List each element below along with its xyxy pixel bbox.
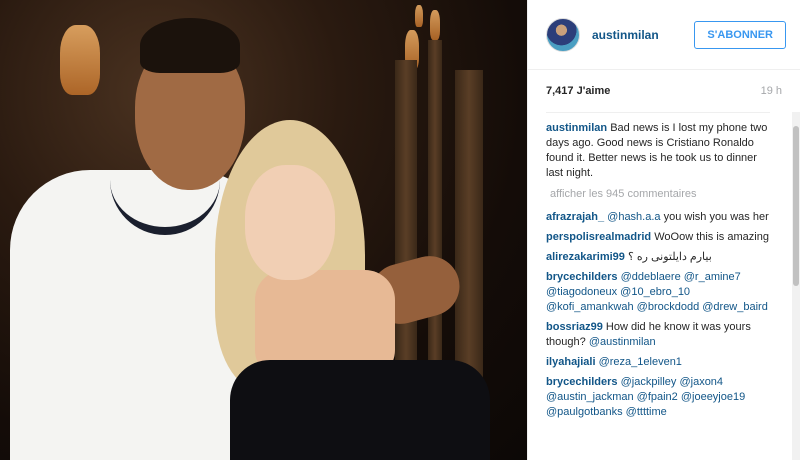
likes-count[interactable]: 7,417 J'aime [546, 85, 610, 97]
load-more-comments[interactable]: afficher les 945 commentaires [550, 187, 770, 202]
comment-username[interactable]: ilyahajiali [546, 356, 596, 368]
lamp [430, 10, 440, 40]
post-caption: austinmilan Bad news is I lost my phone … [546, 112, 770, 181]
comments-scrollbar[interactable] [792, 112, 800, 460]
list-item: perspolisrealmadrid WoOow this is amazin… [546, 230, 770, 245]
woman-dress [230, 360, 490, 460]
caption-username[interactable]: austinmilan [546, 122, 607, 134]
woman-face [245, 165, 335, 280]
post-sidebar: austinmilan S'ABONNER 7,417 J'aime 19 h … [527, 0, 800, 460]
list-item: afrazrajah_ @hash.a.a you wish you was h… [546, 210, 770, 225]
comment-mention[interactable]: @hash.a.a [607, 211, 660, 223]
comment-text: WoOow this is amazing [651, 231, 769, 243]
comment-username[interactable]: brycechilders [546, 376, 618, 388]
comment-text: بیارم دایلتونی ره ؟ [627, 251, 712, 263]
follow-button[interactable]: S'ABONNER [694, 20, 786, 49]
comment-username[interactable]: afrazrajah_ [546, 211, 604, 223]
scrollbar-thumb[interactable] [793, 126, 799, 286]
list-item: alirezakarimi99 بیارم دایلتونی ره ؟ [546, 250, 770, 265]
comment-username[interactable]: brycechilders [546, 271, 618, 283]
lamp [415, 5, 423, 27]
list-item: brycechilders @ddeblaere @r_amine7 @tiag… [546, 270, 770, 315]
post-meta: 7,417 J'aime 19 h [528, 70, 800, 112]
man-hair [140, 18, 240, 73]
post-photo[interactable] [0, 0, 527, 460]
comment-username[interactable]: perspolisrealmadrid [546, 231, 651, 243]
comment-text: you wish you was her [660, 211, 769, 223]
post-time[interactable]: 19 h [761, 85, 782, 97]
list-item: ilyahajiali @reza_1eleven1 [546, 355, 770, 370]
post-username[interactable]: austinmilan [592, 28, 694, 42]
comment-mention[interactable]: @austinmilan [589, 336, 656, 348]
post-header: austinmilan S'ABONNER [528, 0, 800, 70]
lamp [60, 25, 100, 95]
list-item: brycechilders @jackpilley @jaxon4 @austi… [546, 375, 770, 420]
comment-username[interactable]: alirezakarimi99 [546, 251, 625, 263]
comment-username[interactable]: bossriaz99 [546, 321, 603, 333]
comments-list: austinmilan Bad news is I lost my phone … [528, 112, 800, 420]
comment-mention[interactable]: @reza_1eleven1 [599, 356, 682, 368]
avatar[interactable] [546, 17, 580, 52]
list-item: bossriaz99 How did he know it was yours … [546, 320, 770, 350]
